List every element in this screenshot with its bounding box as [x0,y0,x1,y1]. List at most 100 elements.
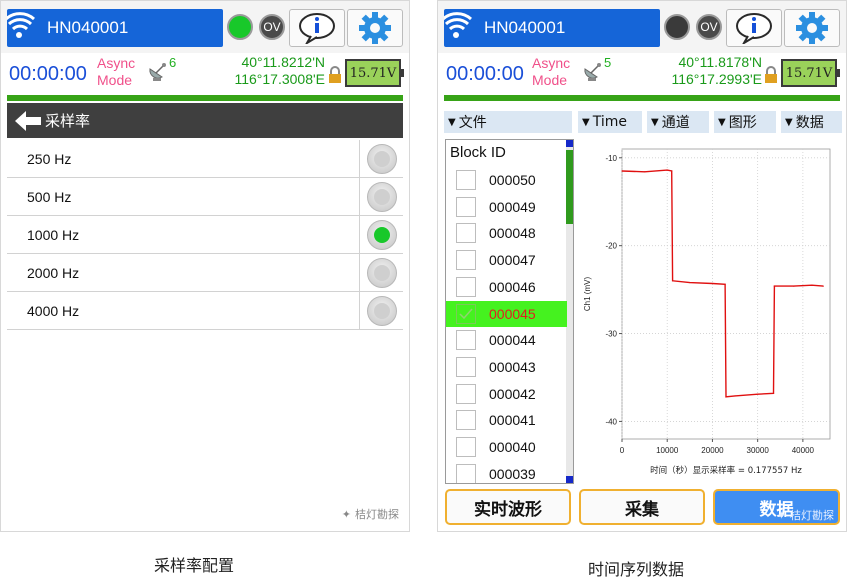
block-checkbox[interactable] [456,383,476,404]
settings-button[interactable] [784,9,840,47]
sample-rate-radio[interactable] [366,219,397,250]
radio-dot [373,226,390,243]
device-selector[interactable]: HN040001 [7,9,223,47]
sample-rate-label: 2000 Hz [27,264,80,281]
block-checkbox[interactable] [456,196,476,217]
block-row[interactable]: 000048 [446,220,567,246]
async-mode-label: Async Mode [532,55,570,89]
sample-rate-radio[interactable] [366,143,397,174]
wechat-icon: ✦ [341,507,351,521]
menu-file-label: 文件 [458,115,487,131]
sample-rate-label: 250 Hz [27,150,72,167]
block-row[interactable]: 000047 [446,247,567,273]
block-row[interactable]: 000044 [446,327,567,353]
back-arrow-icon[interactable] [13,109,43,133]
watermark-text: 桔灯勘探 [790,509,834,522]
block-id: 000041 [489,412,536,429]
info-button[interactable] [289,9,345,47]
time-series-screen: HN040001 OV 00:00:00 Async Mode 5 40°11.… [437,0,847,532]
data-point [666,169,668,171]
block-checkbox[interactable] [456,437,476,457]
sample-rate-row[interactable]: 1000 Hz [7,216,403,254]
block-id: 000044 [489,332,536,349]
radio-cell [359,178,403,215]
block-checkbox[interactable] [456,330,476,351]
satellite-count: 5 [604,55,612,70]
block-row[interactable]: 000046 [446,274,567,300]
scroll-down-arrow[interactable] [566,476,573,483]
block-checkbox[interactable] [456,276,476,297]
block-checkbox[interactable] [456,303,476,324]
sample-rate-radio[interactable] [366,181,397,212]
scrollbar-thumb[interactable] [566,150,573,224]
radio-cell [359,216,403,253]
block-checkbox[interactable] [456,223,476,244]
radio-dot [373,264,390,281]
data-point [822,285,824,287]
sample-rate-radio[interactable] [366,295,397,326]
y-tick-label: -20 [605,242,617,251]
latitude: 40°11.8212'N [241,54,325,70]
scroll-up-arrow[interactable] [566,140,573,147]
timer: 00:00:00 [446,63,524,85]
realtime-waveform-button[interactable]: 实时波形 [445,489,571,525]
watermark: ✦ 桔灯勘探 [342,506,399,522]
menu-channel[interactable]: ▼ 通道 [647,111,709,133]
block-row[interactable]: 000039 [446,461,567,483]
block-row[interactable]: 000043 [446,354,567,380]
device-selector[interactable]: HN040001 [444,9,660,47]
sample-rate-radio[interactable] [366,257,397,288]
sample-rate-list: 250 Hz 500 Hz 1000 Hz 2000 Hz 4000 Hz [7,140,403,330]
menu-data[interactable]: ▼ 数据 [781,111,842,133]
caption-right: 时间序列数据 [588,560,685,579]
block-row[interactable]: 000050 [446,167,567,193]
block-row[interactable]: 000049 [446,194,567,220]
longitude: 116°17.2993'E [671,71,762,87]
data-point [793,285,795,287]
block-checkbox[interactable] [456,250,476,271]
sample-rate-row[interactable]: 250 Hz [7,140,403,178]
radio-dot [373,188,390,205]
data-point [734,395,736,397]
block-checkbox[interactable] [456,356,476,377]
block-row[interactable]: 000041 [446,407,567,433]
data-point [757,393,759,395]
x-tick-label: 0 [620,446,625,455]
sample-rate-row[interactable]: 4000 Hz [7,292,403,330]
sample-rate-row[interactable]: 2000 Hz [7,254,403,292]
menu-graph[interactable]: ▼ 图形 [714,111,776,133]
block-id-list[interactable]: Block ID 000050 000049 000048 000047 000046 0… [445,139,574,484]
check-icon [459,308,473,319]
menu-time[interactable]: ▼ Time [578,111,642,133]
battery-indicator: 15.71V [781,59,840,87]
x-tick-label: 30000 [747,446,770,455]
y-tick-label: -10 [605,154,617,163]
menu-graph-label: 图形 [728,115,757,131]
lock-icon [329,66,341,83]
data-point [672,280,674,282]
info-icon [299,13,335,44]
timer: 00:00:00 [9,63,87,85]
block-id-header: Block ID [450,144,506,161]
block-row[interactable]: 000040 [446,434,567,460]
info-button[interactable] [726,9,782,47]
block-checkbox[interactable] [456,170,476,190]
block-row[interactable]: 000045 [446,300,567,327]
settings-button[interactable] [347,9,403,47]
status-row: 00:00:00 Async Mode 6 40°11.8212'N 116°1… [1,53,409,93]
block-id: 000043 [489,358,536,375]
data-point [689,281,691,284]
y-tick-label: -30 [605,330,617,339]
data-point [725,396,727,398]
block-row[interactable]: 000042 [446,381,567,407]
menu-data-label: 数据 [795,115,824,131]
radio-dot [373,302,390,319]
scrollbar[interactable] [566,140,573,483]
block-id: 000045 [489,305,536,322]
menu-file[interactable]: ▼ 文件 [444,111,572,133]
sample-rate-row[interactable]: 500 Hz [7,178,403,216]
block-checkbox[interactable] [456,410,476,431]
acquire-button[interactable]: 采集 [579,489,705,525]
data-point [772,392,775,394]
block-checkbox[interactable] [456,463,476,483]
